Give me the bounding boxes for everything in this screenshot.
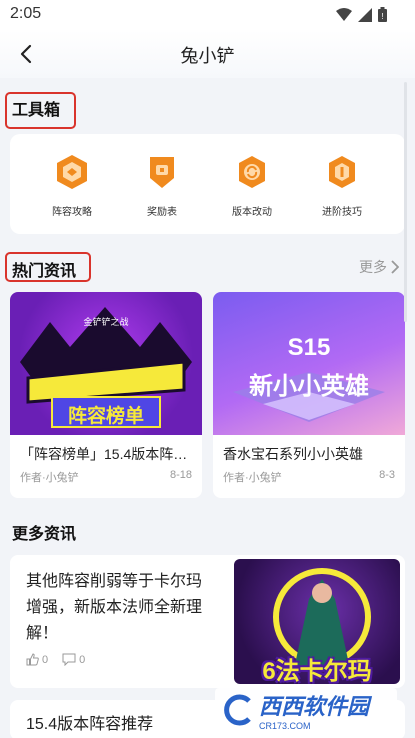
watermark-sub: CR173.COM (259, 721, 311, 731)
watermark-main: 西西软件园 (259, 694, 370, 719)
news-author: 作者·小兔铲 (20, 472, 79, 484)
signal-icon (358, 7, 372, 22)
chevron-right-icon (391, 260, 399, 274)
tool-label: 奖励表 (147, 207, 177, 218)
thumb-caption: 6法卡尔玛 (262, 658, 372, 684)
comment-count: 0 (79, 653, 86, 666)
toolbox-card: 阵容攻略 奖励表 版本改动 进阶技巧 (10, 134, 405, 234)
tool-lineup-guide[interactable]: 阵容攻略 (32, 154, 112, 218)
comment-icon (62, 653, 76, 666)
tool-reward-table[interactable]: 奖励表 (122, 154, 202, 218)
status-icons: ! (336, 7, 387, 22)
thumbs-up-icon (26, 653, 39, 666)
scrollbar[interactable] (404, 82, 407, 322)
watermark-logo-icon (224, 694, 251, 726)
thumb-banner: 阵容榜单 (67, 406, 144, 427)
more-label: 更多 (359, 259, 387, 275)
version-changes-icon (239, 156, 265, 188)
tool-label: 进阶技巧 (322, 207, 362, 218)
news-title: 「阵容榜单」15.4版本阵容榜单 (20, 446, 192, 462)
news-card[interactable]: 金铲铲之战 阵容榜单 「阵容榜单」15.4版本阵容榜单 作者·小兔铲 8-18 (10, 292, 202, 498)
article-card[interactable]: 其他阵容削弱等于卡尔玛增强，新版本法师全新理解！ 0 0 6法卡尔玛 (10, 555, 405, 688)
toolbox-title-highlight (5, 92, 76, 129)
svg-text:!: ! (381, 12, 383, 21)
page-title: 兔小铲 (180, 46, 235, 66)
wifi-icon (336, 7, 352, 21)
status-bar: 2:05 ! (0, 0, 415, 30)
tool-label: 版本改动 (232, 207, 272, 218)
thumb-line1: S15 (287, 334, 331, 361)
thumb-line2: 新小小英雄 (249, 373, 369, 400)
news-date: 8-3 (379, 469, 395, 481)
article-actions: 0 0 (26, 653, 85, 666)
lineup-guide-icon (57, 155, 87, 189)
tool-version-changes[interactable]: 版本改动 (212, 154, 292, 218)
news-title: 香水宝石系列小小英雄 (223, 446, 363, 462)
more-link[interactable]: 更多 (359, 257, 399, 277)
like-button[interactable]: 0 (26, 653, 48, 666)
reward-table-icon (150, 157, 174, 188)
news-author: 作者·小兔铲 (223, 472, 282, 484)
watermark-text: 西西软件园 CR173.COM (259, 689, 369, 731)
advanced-tips-icon (329, 156, 355, 188)
article-thumbnail: 6法卡尔玛 (234, 559, 400, 684)
news-thumbnail: S15 新小小英雄 (213, 292, 405, 435)
tool-label: 阵容攻略 (52, 207, 92, 218)
news-date: 8-18 (169, 469, 192, 481)
tool-advanced-tips[interactable]: 进阶技巧 (302, 154, 382, 218)
status-time: 2:05 (10, 5, 42, 22)
hot-news-title-highlight (5, 252, 91, 282)
news-thumbnail: 金铲铲之战 阵容榜单 (10, 292, 202, 435)
watermark: 西西软件园 CR173.COM (215, 688, 397, 732)
thumb-logo: 金铲铲之战 (83, 316, 128, 327)
comment-button[interactable]: 0 (62, 653, 85, 666)
title-bar: 兔小铲 (0, 30, 415, 78)
more-news-title: 更多资讯 (12, 526, 77, 543)
thumb-art (233, 372, 385, 422)
like-count: 0 (42, 653, 49, 666)
news-card[interactable]: S15 新小小英雄 香水宝石系列小小英雄 作者·小兔铲 8-3 (213, 292, 405, 498)
article-text: 15.4版本阵容推荐 (26, 716, 154, 733)
battery-icon: ! (378, 7, 387, 22)
article-text: 其他阵容削弱等于卡尔玛增强，新版本法师全新理解！ (26, 573, 203, 642)
